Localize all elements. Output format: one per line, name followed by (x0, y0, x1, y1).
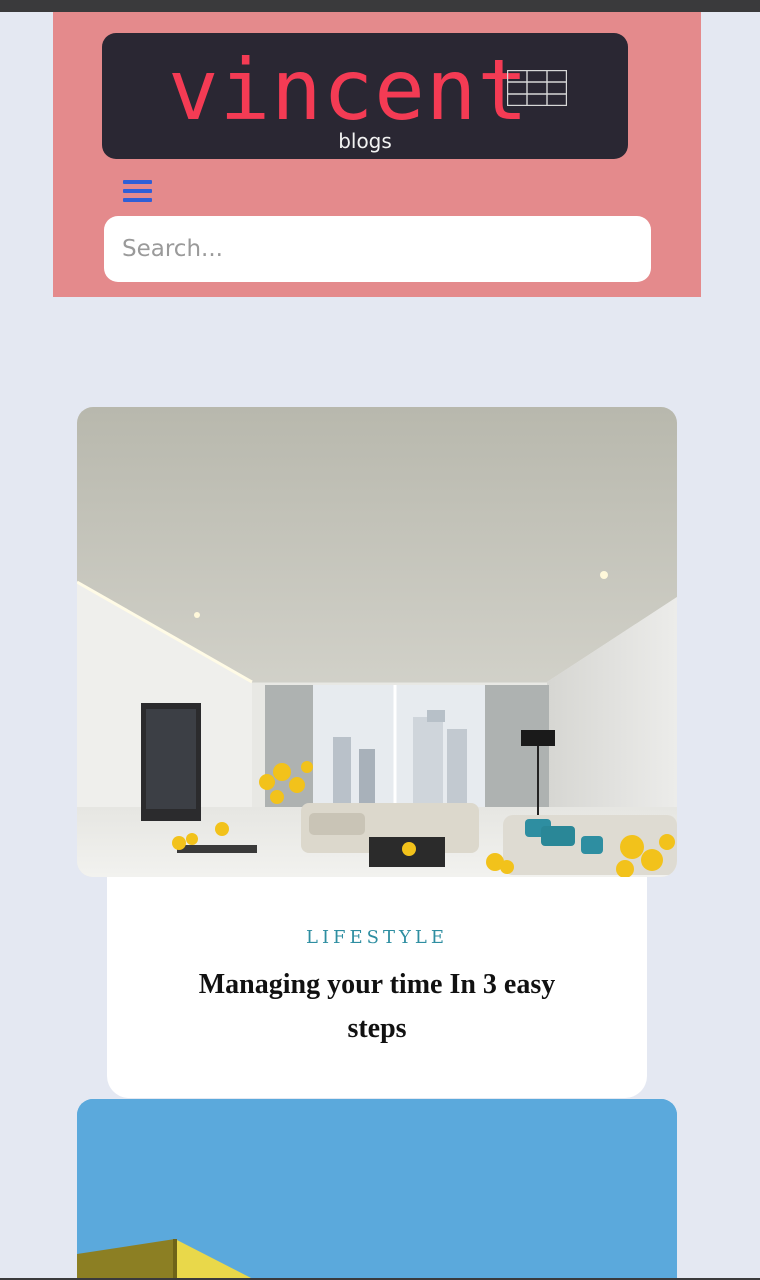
site-header: vincent blogs (53, 12, 701, 297)
grid-icon (507, 70, 567, 106)
hamburger-menu-icon[interactable] (123, 178, 153, 204)
post-card-body: LIFESTYLE Managing your time In 3 easy s… (107, 877, 647, 1098)
post-image-living-room[interactable] (77, 407, 677, 877)
post-title[interactable]: Managing your time In 3 easy steps (177, 963, 577, 1051)
post-image-sky-building[interactable] (77, 1099, 677, 1280)
logo-subtitle: blogs (338, 129, 392, 153)
status-bar (0, 0, 760, 12)
search-input[interactable] (104, 216, 651, 282)
post-category[interactable]: LIFESTYLE (107, 927, 647, 948)
site-logo[interactable]: vincent blogs (102, 33, 628, 159)
